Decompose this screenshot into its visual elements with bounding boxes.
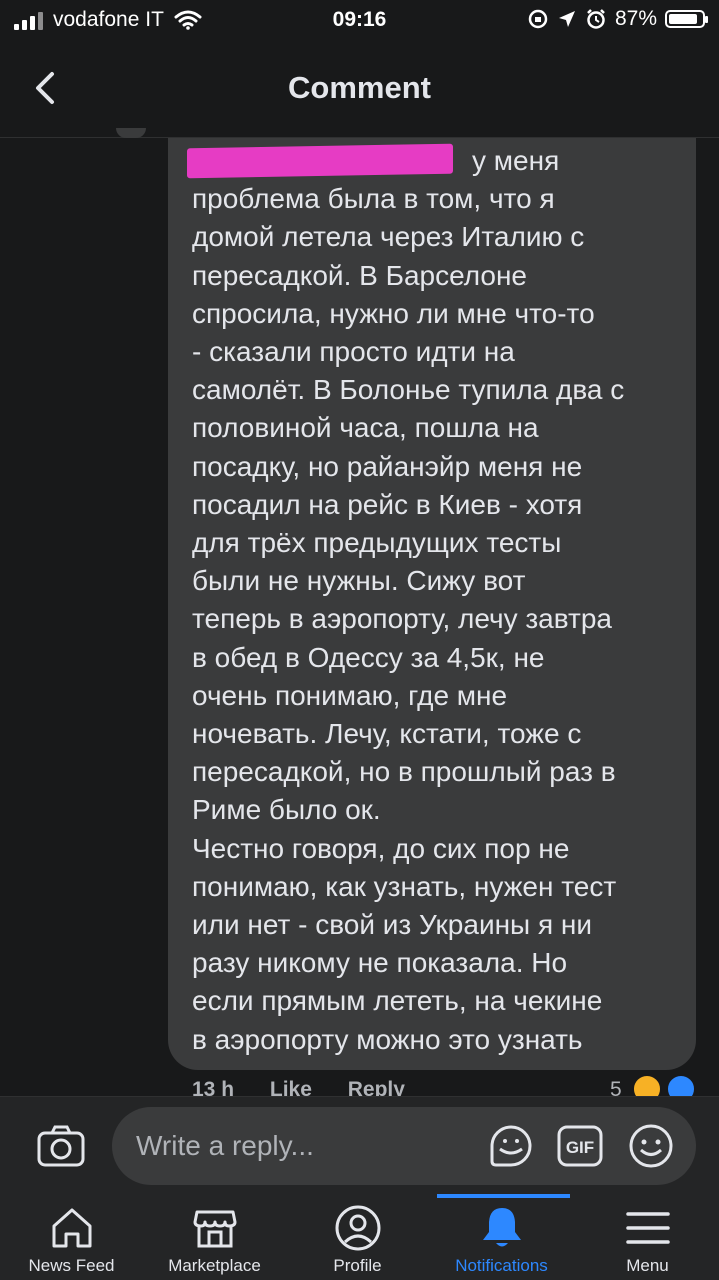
- alarm-icon: [587, 9, 605, 29]
- tab-menu[interactable]: Menu: [576, 1194, 719, 1280]
- comment-timestamp: 13 h: [192, 1078, 235, 1098]
- sticker-icon[interactable]: [488, 1123, 534, 1169]
- like-link[interactable]: Like: [270, 1078, 312, 1098]
- redacted-author-name: [187, 143, 453, 179]
- tab-marketplace[interactable]: Marketplace: [143, 1194, 286, 1280]
- tab-label: Menu: [626, 1256, 669, 1275]
- reply-bar: Write a reply... GIF: [0, 1096, 719, 1194]
- profile-icon: [335, 1205, 380, 1251]
- menu-icon: [625, 1212, 670, 1244]
- battery-fill: [669, 14, 697, 24]
- tab-label: Profile: [333, 1256, 382, 1275]
- svg-text:GIF: GIF: [566, 1138, 594, 1157]
- tab-news-feed[interactable]: News Feed: [0, 1194, 143, 1280]
- tab-label: Notifications: [455, 1256, 548, 1275]
- reaction-count[interactable]: 5: [610, 1078, 622, 1098]
- bell-icon: [482, 1208, 521, 1247]
- page-title: Comment: [288, 70, 431, 105]
- shop-icon: [193, 1210, 236, 1248]
- tab-label: Marketplace: [168, 1256, 261, 1275]
- reply-placeholder: Write a reply...: [136, 1130, 314, 1161]
- location-icon: [558, 11, 575, 27]
- comment-actions: 13 h Like Reply: [192, 1078, 435, 1098]
- rotation-lock-icon: [528, 9, 548, 29]
- status-right: 87%: [527, 7, 708, 31]
- battery-icon: [665, 10, 708, 28]
- reply-input[interactable]: Write a reply... GIF: [112, 1107, 696, 1185]
- reply-link[interactable]: Reply: [348, 1078, 405, 1098]
- camera-icon[interactable]: [36, 1123, 86, 1169]
- emoji-icon[interactable]: [628, 1123, 674, 1169]
- comment-text: у меня проблема была в том, что я домой …: [192, 145, 625, 1055]
- tab-notifications[interactable]: Notifications: [430, 1194, 573, 1280]
- battery-percent: 87%: [614, 7, 657, 30]
- home-icon: [52, 1208, 91, 1248]
- bottom-tab-bar: News Feed Marketplace Profile Notificati…: [0, 1194, 719, 1280]
- status-bar: vodafone IT 09:16 87%: [0, 0, 719, 40]
- tab-profile[interactable]: Profile: [286, 1194, 429, 1280]
- tab-label: News Feed: [28, 1256, 115, 1275]
- header: Comment: [0, 40, 719, 138]
- gif-icon[interactable]: GIF: [556, 1123, 604, 1169]
